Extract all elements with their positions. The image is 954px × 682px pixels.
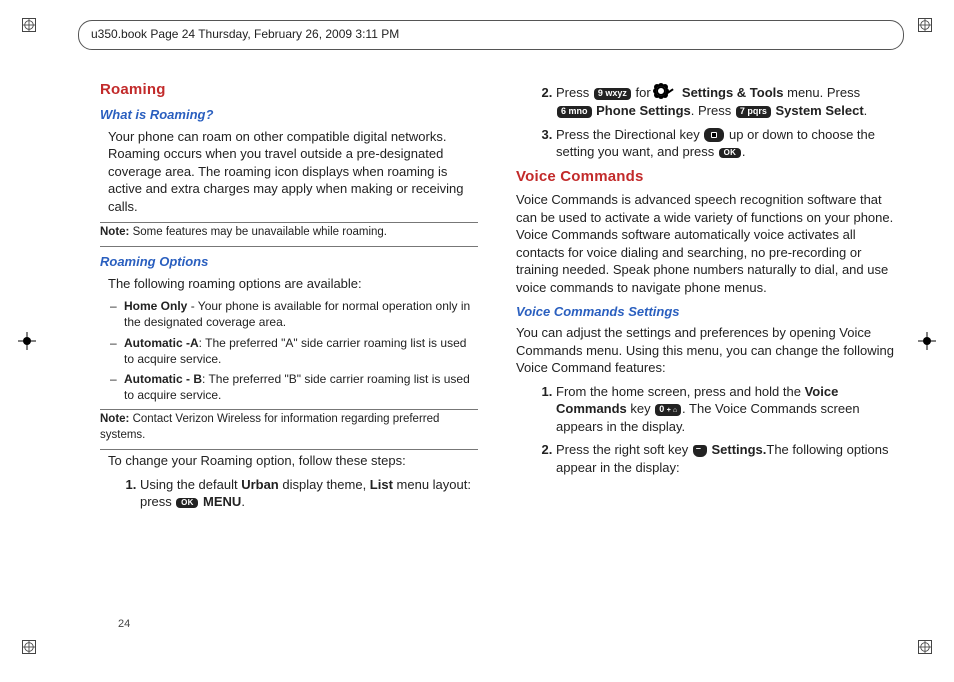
step-item: Using the default Urban display theme, L… — [140, 476, 478, 511]
step-item: Press the Directional key up or down to … — [556, 126, 894, 161]
heading-roaming: Roaming — [100, 80, 478, 100]
note-text: Contact Verizon Wireless for information… — [100, 413, 439, 441]
column-left: Roaming What is Roaming? Your phone can … — [100, 80, 478, 632]
settings-label: Settings. — [711, 442, 766, 457]
note-verizon: Note: Contact Verizon Wireless for infor… — [100, 412, 478, 443]
crop-mark-icon — [18, 332, 36, 350]
crop-mark-icon — [22, 18, 36, 32]
list-item: Automatic - B: The preferred "B" side ca… — [124, 371, 478, 403]
step-text: . Press — [691, 103, 735, 118]
option-name: Automatic -A — [124, 336, 199, 350]
option-name: Home Only — [124, 299, 187, 313]
heading-voice-commands: Voice Commands — [516, 167, 894, 187]
step-text: Press the right soft key — [556, 442, 692, 457]
divider — [100, 449, 478, 450]
step-text: Press — [556, 85, 593, 100]
step-text: . — [864, 103, 868, 118]
step-text: display theme, — [279, 477, 370, 492]
ok-key-icon: OK — [719, 148, 741, 159]
step-item: Press 9 wxyz for Settings & Tools menu. … — [556, 84, 894, 120]
crop-mark-icon — [918, 332, 936, 350]
right-soft-key-icon — [693, 445, 707, 457]
nine-key-icon: 9 wxyz — [594, 88, 631, 100]
divider — [100, 246, 478, 247]
step-text: . — [241, 494, 245, 509]
system-select-label: System Select — [775, 103, 863, 118]
steps-list-left: Using the default Urban display theme, L… — [100, 476, 478, 511]
step-text: . — [742, 144, 746, 159]
paragraph-vc-intro: Voice Commands is advanced speech recogn… — [516, 191, 894, 296]
note-label: Note: — [100, 226, 129, 238]
divider — [100, 222, 478, 223]
page-number: 24 — [118, 618, 130, 630]
subheading-roaming-options: Roaming Options — [100, 253, 478, 271]
paragraph-roaming-intro: Your phone can roam on other compatible … — [100, 128, 478, 216]
phone-settings-label: Phone Settings — [596, 103, 691, 118]
bold-text: Settings & Tools — [682, 85, 784, 100]
step-text: menu. Press — [784, 85, 861, 100]
steps-list-vcs: From the home screen, press and hold the… — [516, 383, 894, 477]
step-item: From the home screen, press and hold the… — [556, 383, 894, 436]
key-digit: 0 — [659, 404, 667, 414]
list-item: Home Only - Your phone is available for … — [124, 298, 478, 330]
bold-text: Phone Settings — [596, 103, 691, 118]
bold-text: List — [370, 477, 393, 492]
roaming-options-list: Home Only - Your phone is available for … — [100, 298, 478, 403]
crop-mark-icon — [22, 640, 36, 654]
menu-label: MENU — [203, 494, 241, 509]
note-text: Some features may be unavailable while r… — [129, 226, 387, 238]
note-roaming-features: Note: Some features may be unavailable w… — [100, 225, 478, 241]
step-text: Press the Directional key — [556, 127, 703, 142]
step-text: From the home screen, press and hold the — [556, 384, 805, 399]
step-item: Press the right soft key Settings.The fo… — [556, 441, 894, 476]
bold-text: Settings. — [711, 442, 766, 457]
subheading-vc-settings: Voice Commands Settings — [516, 303, 894, 321]
settings-tools-icon — [656, 83, 676, 101]
bold-text: System Select — [775, 103, 863, 118]
subheading-what-is-roaming: What is Roaming? — [100, 106, 478, 124]
six-key-icon: 6 mno — [557, 106, 592, 118]
step-text: Using the default — [140, 477, 241, 492]
divider — [100, 409, 478, 410]
option-name: Automatic - B — [124, 372, 202, 386]
step-text: for — [632, 85, 654, 100]
paragraph-vcs-intro: You can adjust the settings and preferen… — [516, 324, 894, 377]
seven-key-icon: 7 pqrs — [736, 106, 771, 118]
note-label: Note: — [100, 413, 129, 425]
steps-list-right-top: Press 9 wxyz for Settings & Tools menu. … — [516, 84, 894, 161]
list-item: Automatic -A: The preferred "A" side car… — [124, 335, 478, 367]
page-body: Roaming What is Roaming? Your phone can … — [100, 80, 894, 632]
crop-mark-icon — [918, 640, 932, 654]
ok-key-icon: OK — [176, 498, 198, 509]
paragraph-change-intro: To change your Roaming option, follow th… — [100, 452, 478, 470]
bold-text: Urban — [241, 477, 279, 492]
header-stamp: u350.book Page 24 Thursday, February 26,… — [78, 20, 904, 50]
bold-text: MENU — [203, 494, 241, 509]
crop-mark-icon — [918, 18, 932, 32]
directional-key-icon — [704, 128, 724, 142]
zero-key-icon: 0 + ⌂ — [655, 404, 681, 416]
column-right: Press 9 wxyz for Settings & Tools menu. … — [516, 80, 894, 632]
paragraph-options-intro: The following roaming options are availa… — [100, 275, 478, 293]
step-text: key — [627, 401, 654, 416]
key-subtext: + ⌂ — [667, 407, 677, 414]
